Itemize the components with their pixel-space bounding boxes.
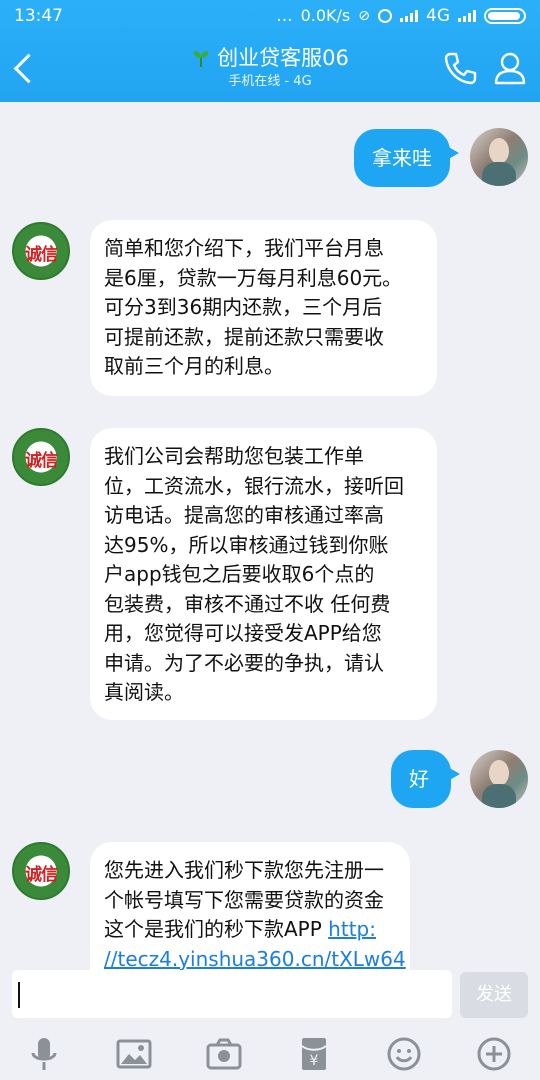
logo-text: 诚信 [25,865,58,885]
message-incoming[interactable]: 您先进入我们秒下款您先注册一 个帐号填写下您需要贷款的资金 这个是我们的秒下款A… [90,842,410,970]
message-line: 访电话。提高您的审核通过率高 [104,503,384,527]
chat-messages[interactable]: 拿来哇 诚信 简单和您介绍下，我们平台月息 是6厘，贷款一万每月利息60元。 可… [0,102,540,970]
emoji-button[interactable] [384,1034,424,1074]
chat-header: 13:47 ... 0.0K/s ⊘ 4G 创业贷客服06 手机在线 - 4G [0,0,540,102]
battery-icon [484,8,526,24]
red-packet-button[interactable]: ¥ [294,1034,334,1074]
wifi-slash-icon: ⊘ [358,8,370,24]
message-line: 位，工资流水，银行流水，接听回 [104,473,404,498]
profile-button[interactable] [490,48,530,88]
contact-name: 创业贷客服06 [217,46,349,70]
message-line: 真阅读。 [104,680,184,704]
network-type: 4G [426,6,450,26]
photo-button[interactable] [114,1034,154,1074]
message-line: 可提前还款，提前还款只需要收 [104,324,384,349]
sender-avatar[interactable]: 诚信 [12,842,70,900]
emoji-icon [387,1037,421,1071]
message-link[interactable]: http: [328,917,376,941]
status-bar: 13:47 ... 0.0K/s ⊘ 4G [0,0,540,32]
message-line: 包装费，审核不通过不收 任何费 [104,591,391,616]
page-title: 创业贷客服06 [191,44,349,72]
message-line: 可分3到36期内还款，三个月后 [104,295,383,319]
user-avatar[interactable] [470,750,528,808]
logo-text: 诚信 [25,451,58,471]
message-line: 取前三个月的利息。 [104,354,284,378]
message-line: 申请。为了不必要的争执，请认 [104,650,384,675]
voice-button[interactable] [24,1034,64,1074]
message-text: 好 [409,767,429,791]
camera-icon [206,1038,242,1070]
more-button[interactable] [474,1034,514,1074]
sender-avatar[interactable]: 诚信 [12,222,70,280]
alarm-icon [378,9,392,23]
input-toolbar: ¥ [0,1026,540,1080]
message-line: 简单和您介绍下，我们平台月息 [104,236,384,260]
message-outgoing[interactable]: 拿来哇 [354,129,459,187]
signal-icon-2 [458,10,476,22]
message-line: 您先进入我们秒下款您先注册一 [104,858,384,882]
text-cursor [18,982,20,1008]
plus-icon [477,1037,511,1071]
signal-icon [400,10,418,22]
phone-button[interactable] [440,48,480,88]
message-input[interactable] [12,970,452,1018]
camera-button[interactable] [204,1034,244,1074]
image-icon [116,1039,152,1069]
message-link[interactable]: //tecz4.yinshua360.cn/tXLw64 [104,945,406,971]
message-incoming[interactable]: 简单和您介绍下，我们平台月息 是6厘，贷款一万每月利息60元。 可分3到36期内… [90,220,437,396]
message-incoming[interactable]: 我们公司会帮助您包装工作单 位，工资流水，银行流水，接听回 访电话。提高您的审核… [90,428,437,720]
message-text: 这个是我们的秒下款APP [104,917,329,941]
message-line: 达95%，所以审核通过钱到你账 [104,532,389,557]
notification-dots: ... [276,6,293,26]
sender-avatar[interactable]: 诚信 [12,428,70,486]
send-button[interactable]: 发送 [460,972,528,1018]
microphone-icon [31,1038,57,1070]
user-avatar[interactable] [470,128,528,186]
svg-text:¥: ¥ [310,1053,319,1069]
red-packet-icon: ¥ [301,1038,327,1070]
phone-icon [444,52,477,85]
status-time: 13:47 [14,6,63,26]
message-line: 是6厘，贷款一万每月利息60元。 [104,265,403,290]
person-icon [494,52,526,85]
net-speed: 0.0K/s [300,6,351,25]
input-bar: 发送 [0,970,540,1026]
message-outgoing[interactable]: 好 [391,750,460,808]
message-text: 拿来哇 [372,146,432,170]
message-line: 户app钱包之后要收取6个点的 [104,562,375,586]
message-line: 我们公司会帮助您包装工作单 [104,444,364,468]
message-line: 用，您觉得可以接受发APP给您 [104,621,382,645]
message-line: 个帐号填写下您需要贷款的资金 [104,887,384,912]
status-icons: ... 0.0K/s ⊘ 4G [276,0,526,32]
sprout-icon [193,51,209,67]
message-line: 这个是我们的秒下款APP http: [104,915,394,945]
logo-text: 诚信 [25,245,58,265]
